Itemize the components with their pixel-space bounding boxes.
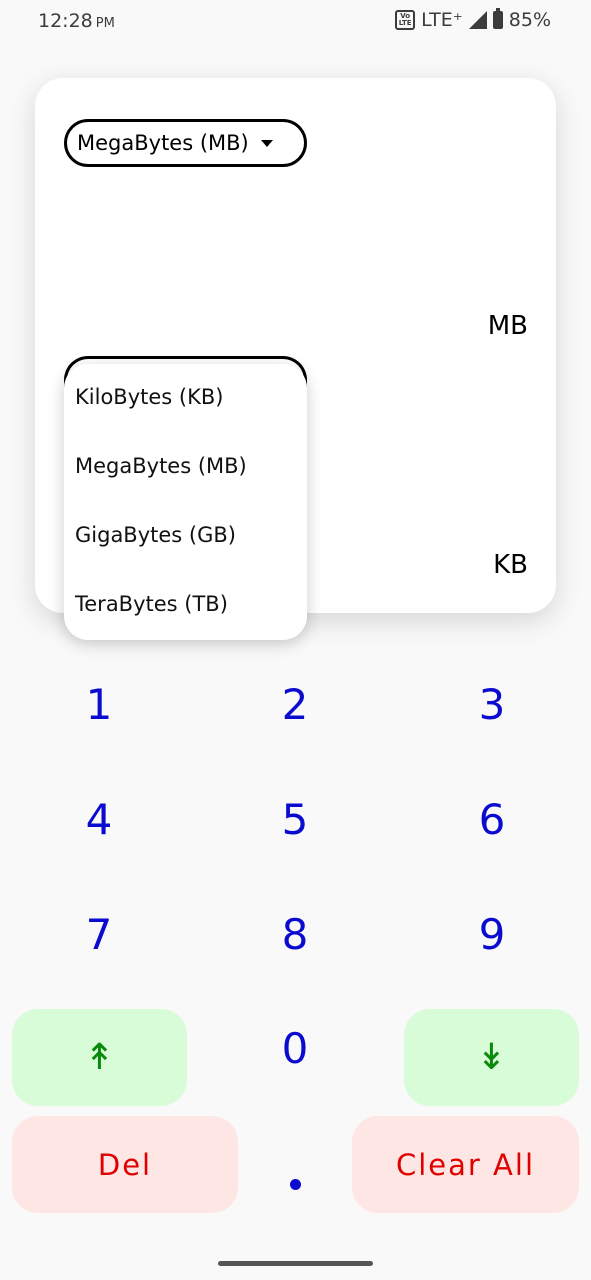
key-1[interactable]: 1 <box>39 680 159 729</box>
signal-icon <box>468 11 487 29</box>
delete-label: Del <box>97 1147 153 1182</box>
swap-down-button[interactable]: ↡ <box>404 1009 579 1106</box>
arrow-up-icon: ↟ <box>84 1037 115 1078</box>
battery-text: 85% <box>508 9 551 31</box>
status-icons: Vo LTE LTE⁺ 85% <box>395 8 551 31</box>
menu-item-tb[interactable]: TeraBytes (TB) <box>75 592 228 616</box>
swap-up-button[interactable]: ↟ <box>12 1009 187 1106</box>
key-8[interactable]: 8 <box>235 910 355 959</box>
to-unit-label: KB <box>493 550 528 580</box>
volte-icon: Vo LTE <box>395 10 416 30</box>
delete-button[interactable]: Del <box>12 1116 238 1213</box>
from-unit-value: MegaBytes (MB) <box>77 131 249 155</box>
key-9[interactable]: 9 <box>432 910 552 959</box>
home-indicator[interactable] <box>218 1261 373 1266</box>
status-time: 12:28 PM <box>38 10 115 32</box>
caret-down-icon <box>260 139 273 147</box>
battery-icon <box>492 8 503 29</box>
arrow-down-icon: ↡ <box>476 1037 507 1078</box>
key-7[interactable]: 7 <box>39 910 159 959</box>
key-3[interactable]: 3 <box>432 680 552 729</box>
menu-item-gb[interactable]: GigaBytes (GB) <box>75 523 236 547</box>
ampm-text: PM <box>95 16 115 31</box>
status-bar: 12:28 PM Vo LTE LTE⁺ 85% <box>0 0 591 44</box>
menu-item-kb[interactable]: KiloBytes (KB) <box>75 385 223 409</box>
clear-all-label: Clear All <box>395 1147 535 1182</box>
network-text: LTE⁺ <box>421 9 463 31</box>
clear-all-button[interactable]: Clear All <box>352 1116 579 1213</box>
menu-item-mb[interactable]: MegaBytes (MB) <box>75 454 247 478</box>
key-2[interactable]: 2 <box>235 680 355 729</box>
time-text: 12:28 <box>38 10 93 32</box>
key-4[interactable]: 4 <box>39 795 159 844</box>
unit-dropdown-menu: KiloBytes (KB) MegaBytes (MB) GigaBytes … <box>64 364 307 640</box>
from-unit-label: MB <box>487 311 528 341</box>
key-0[interactable]: 0 <box>235 1024 355 1073</box>
key-5[interactable]: 5 <box>235 795 355 844</box>
from-unit-select[interactable]: MegaBytes (MB) <box>64 119 307 167</box>
decimal-point-key[interactable] <box>290 1179 301 1190</box>
key-6[interactable]: 6 <box>432 795 552 844</box>
